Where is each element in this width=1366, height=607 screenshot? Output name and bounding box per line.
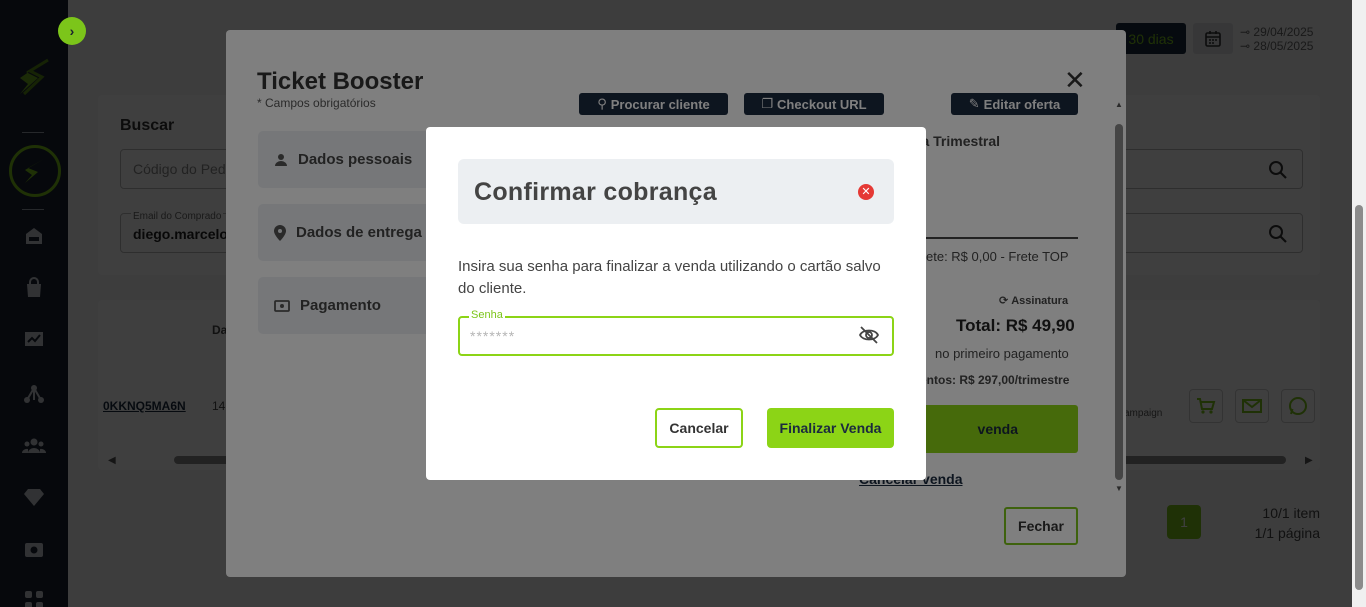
password-input[interactable] (470, 325, 850, 347)
chevron-right-icon: › (69, 23, 75, 39)
password-field[interactable]: Senha (458, 309, 894, 356)
finalize-sale-button[interactable]: Finalizar Venda (767, 408, 894, 448)
page-scrollbar[interactable] (1352, 0, 1366, 607)
close-icon[interactable]: ✕ (858, 184, 874, 200)
password-label: Senha (469, 309, 505, 321)
dialog-title: Confirmar cobrança (474, 178, 717, 206)
confirm-charge-dialog: Confirmar cobrança ✕ Insira sua senha pa… (426, 127, 926, 480)
dialog-header: Confirmar cobrança ✕ (458, 159, 894, 224)
dialog-message: Insira sua senha para finalizar a venda … (458, 258, 881, 297)
eye-off-icon[interactable] (858, 325, 880, 345)
sidebar-expand-button[interactable]: › (58, 17, 86, 45)
scrollbar-thumb[interactable] (1355, 205, 1363, 590)
cancel-button[interactable]: Cancelar (655, 408, 743, 448)
